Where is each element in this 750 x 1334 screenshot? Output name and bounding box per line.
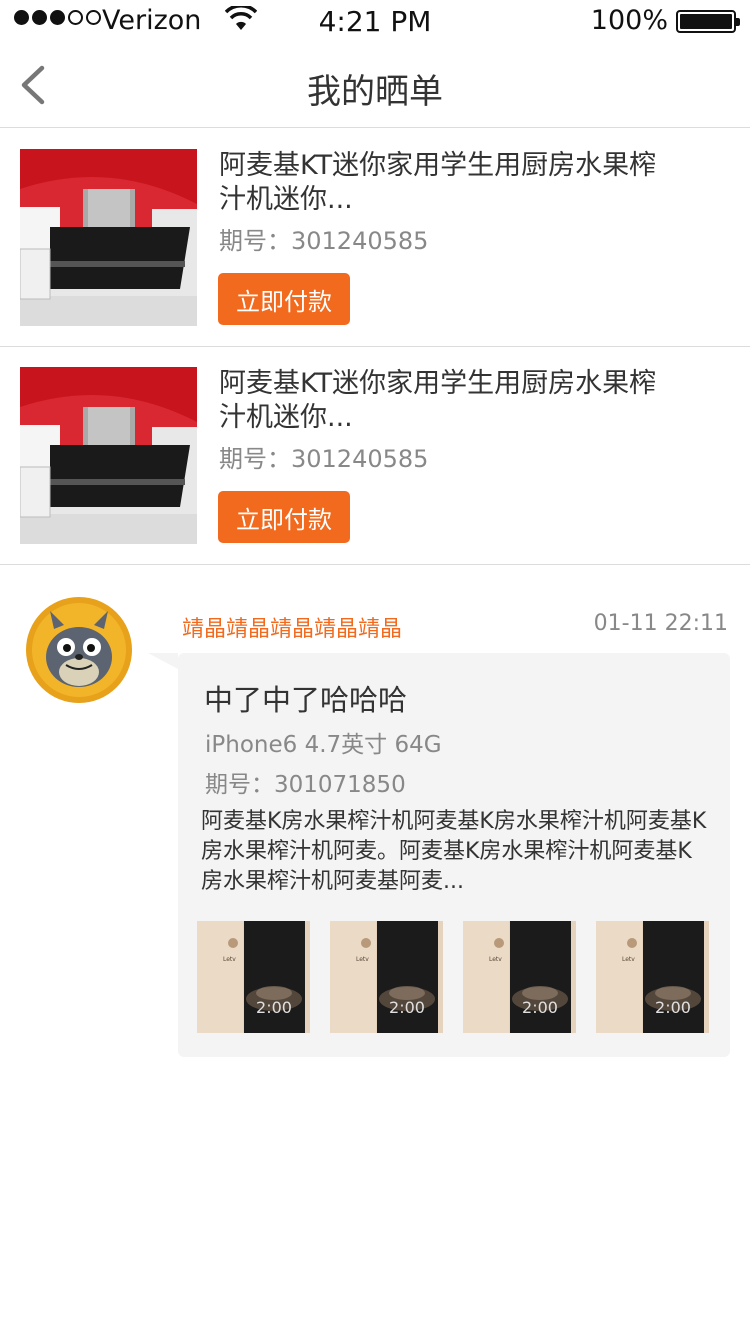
- brand-label: Letv: [489, 956, 502, 963]
- username[interactable]: 靖晶靖晶靖晶靖晶靖晶: [182, 611, 402, 643]
- pay-now-button[interactable]: 立即付款: [218, 273, 350, 325]
- photo-thumbnail[interactable]: Letv 2:00: [197, 921, 310, 1033]
- product-image-range-hood[interactable]: [20, 367, 197, 544]
- photo-thumbnail[interactable]: Letv 2:00: [463, 921, 576, 1033]
- brand-label: Letv: [622, 956, 635, 963]
- clock-label: 2:00: [522, 998, 558, 1017]
- battery-icon: [676, 10, 740, 33]
- order-item[interactable]: 阿麦基KT迷你家用学生用厨房水果榨汁机迷你... 期号：301240585 立即…: [0, 347, 750, 565]
- product-name[interactable]: 阿麦基KT迷你家用学生用厨房水果榨汁机迷你...: [219, 367, 679, 435]
- brand-label: Letv: [356, 956, 369, 963]
- post-bubble[interactable]: 中了中了哈哈哈 iPhone6 4.7英寸 64G 期号：301071850 阿…: [148, 653, 730, 1057]
- post-headline: 中了中了哈哈哈: [204, 683, 408, 717]
- order-item[interactable]: 阿麦基KT迷你家用学生用厨房水果榨汁机迷你... 期号：301240585 立即…: [0, 129, 750, 347]
- post-body: 阿麦基K房水果榨汁机阿麦基K房水果榨汁机阿麦基K房水果榨汁机阿麦。阿麦基K房水果…: [201, 809, 707, 894]
- avatar-icon[interactable]: [26, 597, 132, 703]
- battery-percentage: 100%: [590, 5, 668, 36]
- photo-gallery: Letv 2:00 Letv 2:00 Letv 2:00 Letv 2:00: [197, 921, 709, 1033]
- clock-label: 2:00: [655, 998, 691, 1017]
- nav-bar: 我的晒单: [0, 42, 750, 128]
- photo-thumbnail[interactable]: Letv 2:00: [596, 921, 709, 1033]
- pay-now-button[interactable]: 立即付款: [218, 491, 350, 543]
- status-bar: Verizon 4:21 PM 100%: [0, 0, 750, 42]
- product-name: iPhone6 4.7英寸 64G: [205, 732, 442, 758]
- product-name[interactable]: 阿麦基KT迷你家用学生用厨房水果榨汁机迷你...: [219, 149, 679, 217]
- product-image-range-hood[interactable]: [20, 149, 197, 326]
- page-title: 我的晒单: [307, 72, 443, 112]
- post-time: 01-11 22:11: [593, 611, 728, 636]
- period-number: 期号：301240585: [219, 227, 429, 255]
- clock-label: 2:00: [256, 998, 292, 1017]
- photo-thumbnail[interactable]: Letv 2:00: [330, 921, 443, 1033]
- period-number: 期号：301240585: [219, 445, 429, 473]
- period-number: 期号：301071850: [205, 772, 406, 798]
- clock-label: 2:00: [389, 998, 425, 1017]
- share-post: 靖晶靖晶靖晶靖晶靖晶 01-11 22:11 中了中了哈哈哈 iPhone6 4…: [0, 564, 750, 1084]
- brand-label: Letv: [223, 956, 236, 963]
